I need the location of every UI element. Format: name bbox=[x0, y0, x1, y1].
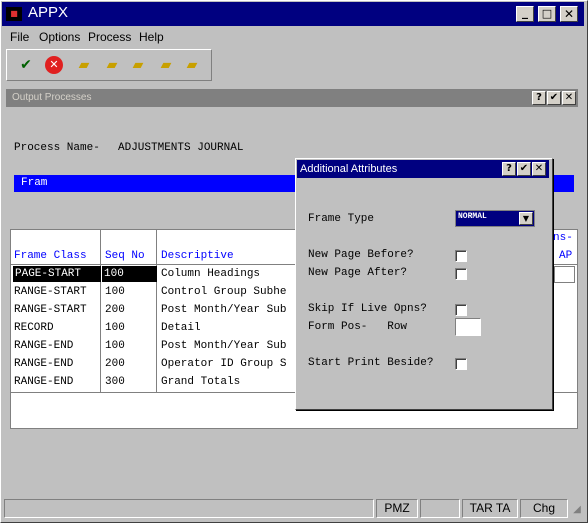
table-row-6-frame-class[interactable]: RANGE-END bbox=[14, 374, 73, 390]
status-chg: Chg bbox=[520, 499, 568, 518]
chevron-down-icon[interactable]: ▼ bbox=[519, 212, 533, 225]
status-cell-empty bbox=[420, 499, 460, 518]
start-print-beside-checkbox[interactable] bbox=[455, 358, 467, 370]
resize-grip-icon[interactable]: ◢ bbox=[570, 503, 584, 517]
skip-if-live-label: Skip If Live Opns? bbox=[308, 303, 427, 315]
header-seq-no: Seq No bbox=[105, 250, 145, 262]
form-pos-row-label: Form Pos- Row bbox=[308, 321, 408, 333]
table-row-1-frame-class[interactable]: RANGE-START bbox=[14, 284, 87, 300]
table-row-2-seq[interactable]: 200 bbox=[105, 302, 125, 318]
frame-type-select[interactable]: NORMAL ▼ bbox=[455, 210, 535, 227]
find-folder-icon[interactable]: ▰ bbox=[129, 56, 147, 74]
status-tar-ta: TAR TA bbox=[462, 499, 518, 518]
header-right-top: ns- bbox=[553, 232, 573, 244]
window-title: APPX bbox=[28, 4, 69, 21]
status-cell-empty bbox=[4, 499, 374, 518]
table-row-5-frame-class[interactable]: RANGE-END bbox=[14, 356, 73, 372]
table-row-0-desc[interactable]: Column Headings bbox=[161, 266, 260, 282]
table-row-2-frame-class[interactable]: RANGE-START bbox=[14, 302, 87, 318]
table-row-5-desc[interactable]: Operator ID Group S bbox=[161, 356, 286, 372]
header-right-bottom: AP bbox=[559, 250, 573, 262]
table-row-4-seq[interactable]: 100 bbox=[105, 338, 125, 354]
new-folder-icon[interactable]: ▰ bbox=[75, 56, 93, 74]
menu-help[interactable]: Help bbox=[139, 30, 164, 44]
start-print-beside-label: Start Print Beside? bbox=[308, 357, 434, 369]
table-row-4-desc[interactable]: Post Month/Year Sub bbox=[161, 338, 286, 354]
panel-ok-button[interactable]: ✔ bbox=[547, 91, 561, 105]
header-descriptive: Descriptive bbox=[161, 250, 234, 262]
panel-title-bar: Output Processes ? ✔ ✕ bbox=[6, 89, 578, 107]
skip-if-live-checkbox[interactable] bbox=[455, 304, 467, 316]
dialog-title: Additional Attributes bbox=[300, 163, 398, 175]
process-name-value: ADJUSTMENTS JOURNAL bbox=[118, 142, 244, 154]
status-pmz: PMZ bbox=[376, 499, 418, 518]
panel-close-button[interactable]: ✕ bbox=[562, 91, 576, 105]
new-page-before-checkbox[interactable] bbox=[455, 250, 467, 262]
close-button[interactable]: ✕ bbox=[560, 6, 578, 22]
dialog-ok-button[interactable]: ✔ bbox=[517, 162, 531, 176]
table-row-1-seq[interactable]: 100 bbox=[105, 284, 125, 300]
new-page-before-label: New Page Before? bbox=[308, 249, 414, 261]
appx-logo-icon: ■ bbox=[6, 7, 22, 21]
check-icon[interactable]: ✔ bbox=[17, 56, 35, 74]
frame-bar-text: Fram bbox=[21, 177, 48, 189]
table-row-5-seq[interactable]: 200 bbox=[105, 356, 125, 372]
additional-attributes-dialog bbox=[295, 158, 553, 410]
frame-type-label: Frame Type bbox=[308, 213, 375, 225]
table-row-6-seq[interactable]: 300 bbox=[105, 374, 125, 390]
header-frame-class: Frame Class bbox=[14, 250, 87, 262]
form-pos-row-input[interactable] bbox=[455, 318, 481, 336]
delete-folder-icon[interactable]: ▰ bbox=[157, 56, 175, 74]
menu-process[interactable]: Process bbox=[88, 30, 131, 44]
menu-file[interactable]: File bbox=[10, 30, 29, 44]
dialog-close-button[interactable]: ✕ bbox=[532, 162, 546, 176]
menu-options[interactable]: Options bbox=[39, 30, 80, 44]
table-row-3-seq[interactable]: 100 bbox=[105, 320, 125, 336]
table-row-0-seq[interactable]: 100 bbox=[102, 266, 157, 282]
title-bar[interactable]: ■ APPX _ □ ✕ bbox=[2, 2, 584, 26]
new-page-after-label: New Page After? bbox=[308, 267, 408, 279]
minimize-button[interactable]: _ bbox=[516, 6, 534, 22]
frame-type-value: NORMAL bbox=[458, 212, 487, 221]
col-divider bbox=[156, 230, 157, 392]
table-row-6-desc[interactable]: Grand Totals bbox=[161, 374, 240, 390]
table-row-0-ap-field[interactable] bbox=[554, 266, 575, 283]
table-row-3-frame-class[interactable]: RECORD bbox=[14, 320, 54, 336]
table-row-0-frame-class[interactable]: PAGE-START bbox=[13, 266, 101, 282]
process-name-label: Process Name- bbox=[14, 142, 100, 154]
maximize-button[interactable]: □ bbox=[538, 6, 556, 22]
table-row-3-desc[interactable]: Detail bbox=[161, 320, 201, 336]
new-page-after-checkbox[interactable] bbox=[455, 268, 467, 280]
dialog-title-bar[interactable]: Additional Attributes ? ✔ ✕ bbox=[297, 160, 549, 178]
cancel-icon[interactable]: ✕ bbox=[45, 56, 63, 74]
open-folder-icon[interactable]: ▰ bbox=[103, 56, 121, 74]
dialog-help-button[interactable]: ? bbox=[502, 162, 516, 176]
toolbar: ✔ ✕ ▰ ▰ ▰ ▰ ▰ bbox=[6, 49, 212, 81]
panel-title: Output Processes bbox=[12, 92, 92, 103]
table-row-4-frame-class[interactable]: RANGE-END bbox=[14, 338, 73, 354]
menu-bar: File Options Process Help bbox=[2, 28, 584, 46]
edit-folder-icon[interactable]: ▰ bbox=[183, 56, 201, 74]
table-row-2-desc[interactable]: Post Month/Year Sub bbox=[161, 302, 286, 318]
col-divider bbox=[100, 230, 101, 392]
table-row-1-desc[interactable]: Control Group Subhe bbox=[161, 284, 286, 300]
panel-help-button[interactable]: ? bbox=[532, 91, 546, 105]
